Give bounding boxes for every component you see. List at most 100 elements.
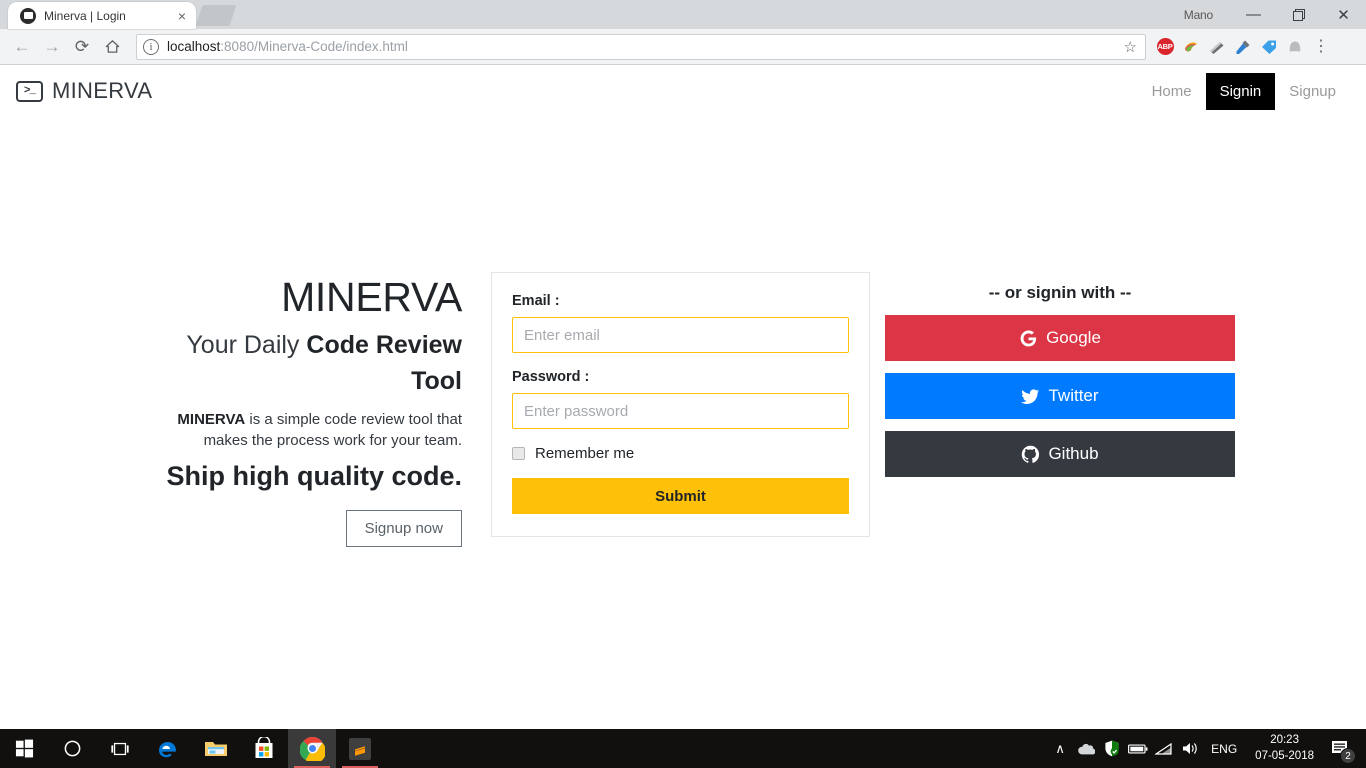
tab-title: Minerva | Login — [44, 8, 126, 23]
cortana-button[interactable] — [48, 729, 96, 768]
github-signin-button[interactable]: Github — [885, 431, 1235, 477]
bookmark-star-icon[interactable]: ☆ — [1124, 38, 1139, 56]
ruler-icon[interactable] — [1204, 34, 1230, 60]
twitter-signin-label: Twitter — [1048, 386, 1099, 405]
folder-glyph — [205, 742, 227, 756]
submit-button[interactable]: Submit — [512, 478, 849, 514]
terminal-icon: >_ — [16, 80, 43, 102]
forward-icon[interactable]: → — [38, 33, 66, 61]
hero-body-bold: MINERVA — [177, 410, 246, 428]
url-path: :8080/Minerva-Code/index.html — [220, 39, 408, 54]
ghost-glyph — [1289, 41, 1301, 52]
url-text: localhost:8080/Minerva-Code/index.html — [167, 39, 408, 54]
terminal-favicon — [20, 7, 36, 24]
email-input[interactable] — [512, 317, 849, 353]
home-icon[interactable] — [98, 33, 126, 61]
battery-glyph — [1128, 744, 1148, 754]
ghost-icon[interactable] — [1282, 34, 1308, 60]
hero-subtitle-light: Your Daily — [186, 331, 307, 359]
task-view-button[interactable] — [96, 729, 144, 768]
site-info-icon[interactable]: i — [143, 38, 159, 55]
remember-me-checkbox[interactable] — [512, 447, 525, 460]
nav-link-home[interactable]: Home — [1138, 73, 1206, 110]
hero-tagline: Ship high quality code. — [166, 461, 462, 491]
minimize-button[interactable]: — — [1231, 0, 1276, 29]
close-window-button[interactable]: ✕ — [1321, 0, 1366, 29]
hero-body: MINERVA is a simple code review tool tha… — [131, 409, 462, 453]
url-host: localhost — [167, 39, 221, 54]
task-view-icon — [111, 742, 129, 755]
nav-link-signup[interactable]: Signup — [1275, 73, 1350, 110]
clock[interactable]: 20:23 07-05-2018 — [1247, 733, 1322, 764]
hero-title: MINERVA — [281, 274, 462, 320]
shield-check-glyph — [1105, 740, 1119, 757]
reload-icon[interactable]: ⟳ — [68, 33, 96, 61]
chrome-menu-icon[interactable]: ⋮ — [1308, 34, 1334, 60]
google-signin-button[interactable]: Google — [885, 315, 1235, 361]
language-indicator[interactable]: ENG — [1203, 742, 1247, 756]
address-bar[interactable]: i localhost:8080/Minerva-Code/index.html… — [136, 33, 1146, 60]
password-input[interactable] — [512, 393, 849, 429]
chrome-window: Minerva | Login × Mano — ✕ ← → ⟳ i local… — [0, 0, 1366, 768]
microsoft-store-icon[interactable] — [240, 729, 288, 768]
social-signin-section: -- or signin with -- Google Twitter Gith… — [885, 283, 1235, 477]
close-tab-icon[interactable]: × — [174, 8, 190, 24]
social-signin-title: -- or signin with -- — [988, 283, 1132, 302]
volume-icon[interactable] — [1177, 729, 1203, 768]
github-icon — [1021, 445, 1040, 464]
signup-now-button[interactable]: Signup now — [345, 510, 462, 547]
github-signin-label: Github — [1048, 444, 1099, 463]
edge-icon[interactable] — [144, 729, 192, 768]
remember-me-label: Remember me — [535, 445, 635, 462]
action-center-button[interactable]: 2 — [1322, 729, 1358, 768]
title-bar: Minerva | Login × Mano — ✕ — [0, 0, 1366, 29]
wifi-glyph — [1155, 742, 1172, 755]
google-icon — [1019, 329, 1038, 348]
eyedropper-icon[interactable] — [1230, 34, 1256, 60]
sublime-text-icon[interactable] — [336, 729, 384, 768]
web-page: >_ MINERVA Home Signin Signup MINERVA Yo… — [0, 65, 1366, 729]
windows-logo-icon — [15, 739, 33, 758]
eyedropper-glyph — [1236, 40, 1250, 54]
tag-icon[interactable] — [1256, 34, 1282, 60]
wifi-icon[interactable] — [1151, 729, 1177, 768]
show-hidden-icons-chevron[interactable]: ∧ — [1047, 729, 1073, 768]
notification-badge: 2 — [1340, 748, 1356, 764]
system-tray: ∧ ENG 20:23 07-05-2018 2 — [1047, 729, 1366, 768]
chrome-icon[interactable] — [288, 729, 336, 768]
browser-toolbar: ← → ⟳ i localhost:8080/Minerva-Code/inde… — [0, 29, 1366, 65]
back-icon[interactable]: ← — [8, 33, 36, 61]
adblock-plus-icon[interactable]: ABP — [1152, 34, 1178, 60]
twitter-signin-button[interactable]: Twitter — [885, 373, 1235, 419]
tab-strip: Minerva | Login × — [0, 0, 237, 29]
google-signin-label: Google — [1046, 328, 1101, 347]
new-tab-button[interactable] — [195, 5, 237, 26]
sublime-glyph — [349, 737, 371, 760]
cortana-icon — [64, 740, 80, 757]
chrome-glyph — [299, 737, 325, 761]
file-explorer-icon[interactable] — [192, 729, 240, 768]
start-button[interactable] — [0, 729, 48, 768]
remember-me-row[interactable]: Remember me — [512, 445, 849, 462]
battery-icon[interactable] — [1125, 729, 1151, 768]
nav-link-signin[interactable]: Signin — [1205, 72, 1276, 110]
onedrive-icon[interactable] — [1073, 729, 1099, 768]
clock-time: 20:23 — [1270, 733, 1299, 746]
profile-name[interactable]: Mano — [1184, 8, 1213, 22]
abp-badge: ABP — [1156, 38, 1174, 55]
brand-logo[interactable]: >_ MINERVA — [16, 78, 152, 104]
maximize-button[interactable] — [1276, 0, 1321, 29]
windows-defender-icon[interactable] — [1099, 729, 1125, 768]
twitter-icon — [1021, 387, 1040, 406]
hero-subtitle: Your Daily Code Review Tool — [131, 327, 462, 400]
ruler-glyph — [1210, 41, 1224, 54]
window-controls: Mano — ✕ — [1184, 0, 1366, 29]
home-glyph — [105, 40, 119, 53]
password-label: Password : — [512, 369, 590, 385]
onedrive-glyph — [1078, 743, 1096, 754]
browser-tab[interactable]: Minerva | Login × — [8, 2, 196, 29]
login-form-card: Email : Password : Remember me Submit — [491, 272, 870, 537]
colorzilla-icon[interactable] — [1178, 34, 1204, 60]
store-glyph — [255, 737, 273, 758]
colorzilla-glyph — [1185, 41, 1197, 51]
